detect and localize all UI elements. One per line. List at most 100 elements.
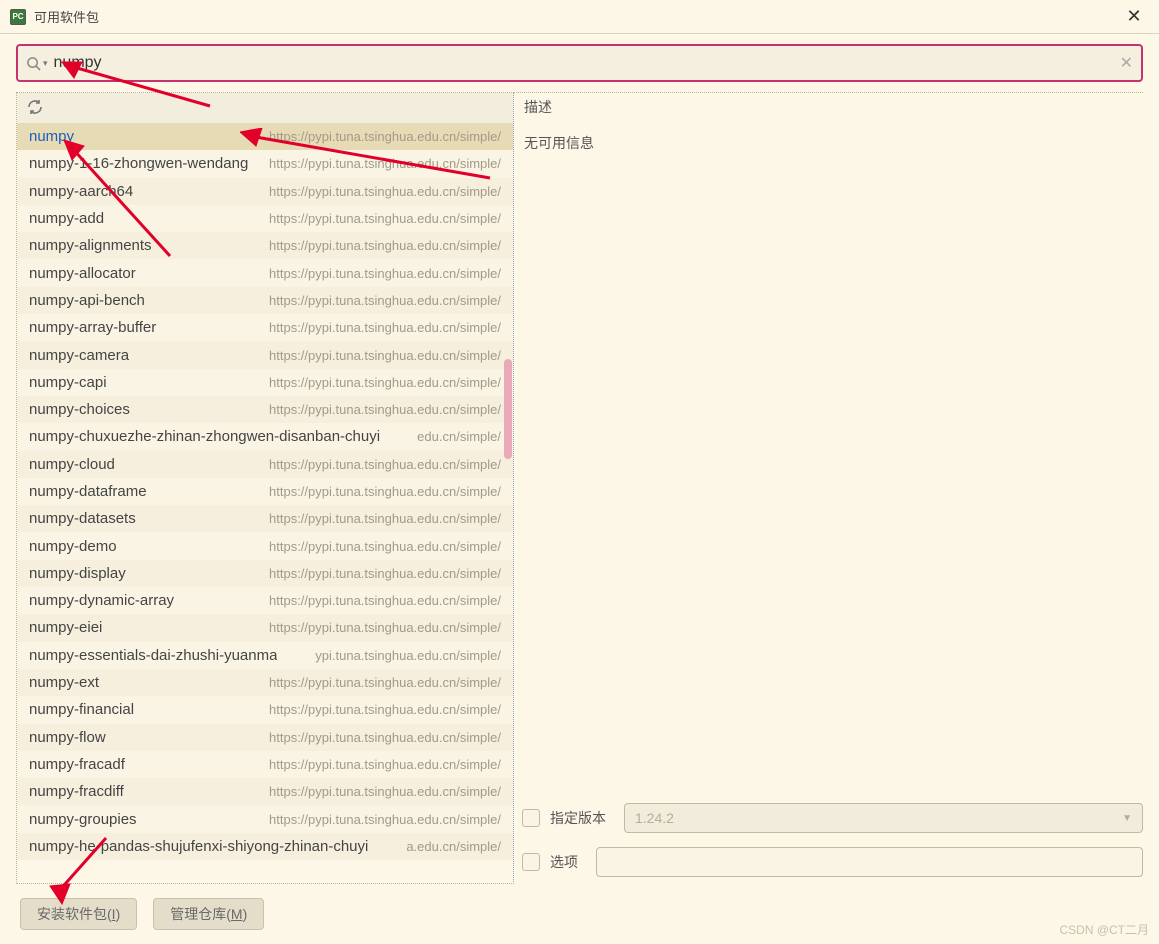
package-name: numpy-dataframe <box>29 483 147 500</box>
clear-search-icon[interactable]: ✕ <box>1120 53 1133 73</box>
package-row[interactable]: numpy-he-pandas-shujufenxi-shiyong-zhina… <box>17 833 513 860</box>
package-url: ypi.tuna.tsinghua.edu.cn/simple/ <box>311 648 501 663</box>
package-url: https://pypi.tuna.tsinghua.edu.cn/simple… <box>265 784 501 799</box>
install-label-prefix: 安装软件包( <box>37 904 112 924</box>
package-url: https://pypi.tuna.tsinghua.edu.cn/simple… <box>265 266 501 281</box>
package-name: numpy-display <box>29 565 126 582</box>
package-row[interactable]: numpy-alignments https://pypi.tuna.tsingh… <box>17 232 513 259</box>
package-row[interactable]: numpy-fracdiffhttps://pypi.tuna.tsinghua… <box>17 778 513 805</box>
package-name: numpy-allocator <box>29 265 136 282</box>
options-row: 选项 <box>522 840 1143 884</box>
package-row[interactable]: numpy-displayhttps://pypi.tuna.tsinghua.… <box>17 560 513 587</box>
specify-version-checkbox[interactable] <box>522 809 540 827</box>
manage-label-key: M <box>231 906 243 922</box>
package-name: numpy-alignments <box>29 237 152 254</box>
package-url: https://pypi.tuna.tsinghua.edu.cn/simple… <box>265 457 501 472</box>
package-row[interactable]: numpy-dynamic-arrayhttps://pypi.tuna.tsi… <box>17 587 513 614</box>
specify-version-label: 指定版本 <box>550 808 606 828</box>
package-row[interactable]: numpy-camerahttps://pypi.tuna.tsinghua.e… <box>17 341 513 368</box>
app-icon: PC <box>10 9 26 25</box>
list-toolbar <box>17 93 513 123</box>
package-url: https://pypi.tuna.tsinghua.edu.cn/simple… <box>265 539 501 554</box>
package-row[interactable]: numpy-groupieshttps://pypi.tuna.tsinghua… <box>17 805 513 832</box>
manage-label-suffix: ) <box>243 906 248 922</box>
detail-panel: 描述 无可用信息 指定版本 1.24.2 ▼ 选项 <box>514 92 1143 884</box>
package-name: numpy-demo <box>29 538 117 555</box>
search-dropdown-caret[interactable]: ▾ <box>43 58 48 69</box>
version-placeholder: 1.24.2 <box>635 810 674 826</box>
package-name: numpy-aarch64 <box>29 183 133 200</box>
package-url: edu.cn/simple/ <box>413 429 501 444</box>
specify-version-row: 指定版本 1.24.2 ▼ <box>522 796 1143 840</box>
install-package-button[interactable]: 安装软件包(I) <box>20 898 137 930</box>
package-url: https://pypi.tuna.tsinghua.edu.cn/simple… <box>265 511 501 526</box>
package-row[interactable]: numpy-choiceshttps://pypi.tuna.tsinghua.… <box>17 396 513 423</box>
package-row[interactable]: numpy-ext https://pypi.tuna.tsinghua.edu.… <box>17 669 513 696</box>
package-url: https://pypi.tuna.tsinghua.edu.cn/simple… <box>265 812 501 827</box>
manage-repos-button[interactable]: 管理仓库(M) <box>153 898 264 930</box>
title-bar: PC 可用软件包 ✕ <box>0 0 1159 34</box>
package-url: https://pypi.tuna.tsinghua.edu.cn/simple… <box>265 211 501 226</box>
package-name: numpy-ext <box>29 674 99 691</box>
package-row[interactable]: numpy-1-16-zhongwen-wendanghttps://pypi.… <box>17 150 513 177</box>
package-name: numpy-camera <box>29 347 129 364</box>
package-name: numpy-add <box>29 210 104 227</box>
package-row[interactable]: numpy-financial https://pypi.tuna.tsinghu… <box>17 696 513 723</box>
package-row[interactable]: numpy https://pypi.tuna.tsinghua.edu.cn/s… <box>17 123 513 150</box>
package-url: https://pypi.tuna.tsinghua.edu.cn/simple… <box>265 484 501 499</box>
package-url: https://pypi.tuna.tsinghua.edu.cn/simple… <box>265 293 501 308</box>
package-name: numpy-essentials-dai-zhushi-yuanma <box>29 647 277 664</box>
package-row[interactable]: numpy-dataframe https://pypi.tuna.tsinghu… <box>17 478 513 505</box>
package-url: a.edu.cn/simple/ <box>402 839 501 854</box>
package-name: numpy-financial <box>29 701 134 718</box>
package-row[interactable]: numpy-eieihttps://pypi.tuna.tsinghua.edu… <box>17 614 513 641</box>
package-row[interactable]: numpy-add https://pypi.tuna.tsinghua.edu.… <box>17 205 513 232</box>
package-name: numpy-datasets <box>29 510 136 527</box>
package-row[interactable]: numpy-fracadf https://pypi.tuna.tsinghua.… <box>17 751 513 778</box>
package-url: https://pypi.tuna.tsinghua.edu.cn/simple… <box>265 702 501 717</box>
search-icon <box>26 56 41 71</box>
package-name: numpy-eiei <box>29 619 102 636</box>
package-row[interactable]: numpy-essentials-dai-zhushi-yuanma ypi.tu… <box>17 642 513 669</box>
package-row[interactable]: numpy-array-bufferhttps://pypi.tuna.tsin… <box>17 314 513 341</box>
version-select[interactable]: 1.24.2 ▼ <box>624 803 1143 833</box>
package-row[interactable]: numpy-capihttps://pypi.tuna.tsinghua.edu… <box>17 369 513 396</box>
package-row[interactable]: numpy-chuxuezhe-zhinan-zhongwen-disanban… <box>17 423 513 450</box>
package-row[interactable]: numpy-flowhttps://pypi.tuna.tsinghua.edu… <box>17 724 513 751</box>
options-label: 选项 <box>550 852 578 872</box>
package-url: https://pypi.tuna.tsinghua.edu.cn/simple… <box>265 184 501 199</box>
package-url: https://pypi.tuna.tsinghua.edu.cn/simple… <box>265 129 501 144</box>
package-url: https://pypi.tuna.tsinghua.edu.cn/simple… <box>265 675 501 690</box>
scrollbar-thumb[interactable] <box>504 359 512 459</box>
package-name: numpy-array-buffer <box>29 319 156 336</box>
manage-label-prefix: 管理仓库( <box>170 904 231 924</box>
description-body: 无可用信息 <box>522 121 1143 792</box>
package-row[interactable]: numpy-aarch64 https://pypi.tuna.tsinghua.… <box>17 178 513 205</box>
package-name: numpy-cloud <box>29 456 115 473</box>
options-input[interactable] <box>596 847 1143 877</box>
package-name: numpy-chuxuezhe-zhinan-zhongwen-disanban… <box>29 428 380 445</box>
package-name: numpy-dynamic-array <box>29 592 174 609</box>
package-row[interactable]: numpy-demo https://pypi.tuna.tsinghua.edu… <box>17 532 513 559</box>
watermark: CSDN @CT二月 <box>1059 921 1149 938</box>
package-name: numpy-flow <box>29 729 106 746</box>
window-title: 可用软件包 <box>34 7 99 26</box>
package-name: numpy-he-pandas-shujufenxi-shiyong-zhina… <box>29 838 368 855</box>
package-name: numpy <box>29 128 74 145</box>
package-row[interactable]: numpy-cloud https://pypi.tuna.tsinghua.ed… <box>17 451 513 478</box>
package-url: https://pypi.tuna.tsinghua.edu.cn/simple… <box>265 238 501 253</box>
package-name: numpy-capi <box>29 374 107 391</box>
package-row[interactable]: numpy-datasets https://pypi.tuna.tsinghua… <box>17 505 513 532</box>
package-row[interactable]: numpy-allocator https://pypi.tuna.tsinghu… <box>17 259 513 286</box>
package-list-panel: numpy https://pypi.tuna.tsinghua.edu.cn/s… <box>16 92 514 884</box>
package-list[interactable]: numpy https://pypi.tuna.tsinghua.edu.cn/s… <box>17 123 513 883</box>
search-input[interactable] <box>54 54 1120 72</box>
search-field-wrapper[interactable]: ▾ ✕ <box>16 44 1143 82</box>
package-url: https://pypi.tuna.tsinghua.edu.cn/simple… <box>265 757 501 772</box>
refresh-icon[interactable] <box>27 99 43 118</box>
package-name: numpy-1-16-zhongwen-wendang <box>29 155 248 172</box>
package-name: numpy-fracadf <box>29 756 125 773</box>
package-row[interactable]: numpy-api-benchhttps://pypi.tuna.tsinghu… <box>17 287 513 314</box>
close-button[interactable]: ✕ <box>1119 6 1149 27</box>
options-checkbox[interactable] <box>522 853 540 871</box>
